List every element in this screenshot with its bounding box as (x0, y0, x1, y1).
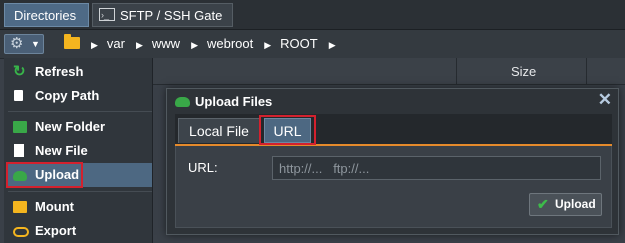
dialog-body: URL: ✔ Upload (175, 146, 612, 228)
menu-item-label: Mount (35, 199, 74, 214)
menu-item-new-file[interactable]: New File (8, 139, 152, 163)
menu-divider (8, 191, 152, 192)
breadcrumb-item[interactable]: webroot (207, 36, 253, 51)
link-icon (13, 227, 29, 237)
column-divider (456, 58, 457, 84)
file-icon (14, 144, 24, 157)
url-input[interactable] (272, 156, 601, 180)
dialog-tabs: Local File URL (175, 114, 612, 146)
folder-icon (64, 34, 80, 49)
chevron-right-icon: ▶ (91, 40, 98, 50)
menu-item-new-folder[interactable]: New Folder (8, 115, 152, 139)
settings-menu-button[interactable]: ⚙ ▼ (4, 34, 44, 54)
folder-icon (13, 121, 27, 133)
copy-icon (14, 90, 23, 101)
menu-item-copy-path[interactable]: Copy Path (8, 84, 152, 108)
chevron-right-icon: ▶ (191, 40, 198, 50)
chevron-right-icon: ▶ (264, 40, 272, 50)
tab-sftp-label: SFTP / SSH Gate (120, 8, 223, 23)
menu-item-export[interactable]: Export (8, 219, 152, 243)
highlight-box (6, 162, 83, 188)
menu-item-label: New Folder (35, 119, 106, 134)
terminal-icon (99, 3, 115, 27)
settings-dropdown-menu: ↻ Refresh Copy Path New Folder New File … (4, 58, 153, 243)
chevron-right-icon: ▶ (328, 40, 336, 50)
upload-button[interactable]: ✔ Upload (529, 193, 602, 216)
menu-item-refresh[interactable]: ↻ Refresh (8, 60, 152, 84)
refresh-icon: ↻ (13, 63, 26, 80)
dialog-title-text: Upload Files (195, 94, 273, 109)
upload-button-label: Upload (555, 197, 596, 211)
menu-divider (8, 111, 152, 112)
chevron-right-icon: ▶ (135, 40, 143, 50)
tab-directories[interactable]: Directories (4, 3, 89, 27)
breadcrumb: ▶ var ▶ www ▶ webroot ▶ ROOT ▶ (64, 34, 345, 52)
menu-item-label: Refresh (35, 64, 84, 79)
tab-sftp-ssh-gate[interactable]: SFTP / SSH Gate (92, 3, 233, 27)
toolbar: ⚙ ▼ ▶ var ▶ www ▶ webroot ▶ ROOT ▶ (0, 30, 625, 59)
highlight-box (259, 115, 316, 145)
caret-down-icon: ▼ (31, 39, 40, 49)
cloud-upload-icon (175, 97, 190, 107)
upload-files-dialog: Upload Files ✕ Local File URL URL: ✔ Upl… (166, 88, 619, 235)
file-table-header: Size (152, 58, 625, 85)
breadcrumb-item[interactable]: www (152, 36, 180, 51)
gear-icon: ⚙ (10, 35, 24, 52)
breadcrumb-item[interactable]: var (107, 36, 125, 51)
url-label: URL: (188, 160, 218, 175)
column-header-size[interactable]: Size (511, 64, 536, 79)
breadcrumb-item[interactable]: ROOT (280, 36, 318, 51)
check-icon: ✔ (537, 196, 549, 212)
folder-icon (13, 201, 27, 213)
menu-item-label: Export (35, 223, 77, 238)
close-icon[interactable]: ✕ (598, 90, 612, 110)
top-tab-bar: Directories SFTP / SSH Gate (0, 0, 625, 30)
menu-item-label: Copy Path (35, 88, 100, 103)
column-divider (586, 58, 587, 84)
menu-item-mount[interactable]: Mount (8, 195, 152, 219)
dialog-title: Upload Files (175, 93, 272, 111)
tab-local-file[interactable]: Local File (178, 118, 260, 143)
menu-item-label: New File (35, 143, 88, 158)
